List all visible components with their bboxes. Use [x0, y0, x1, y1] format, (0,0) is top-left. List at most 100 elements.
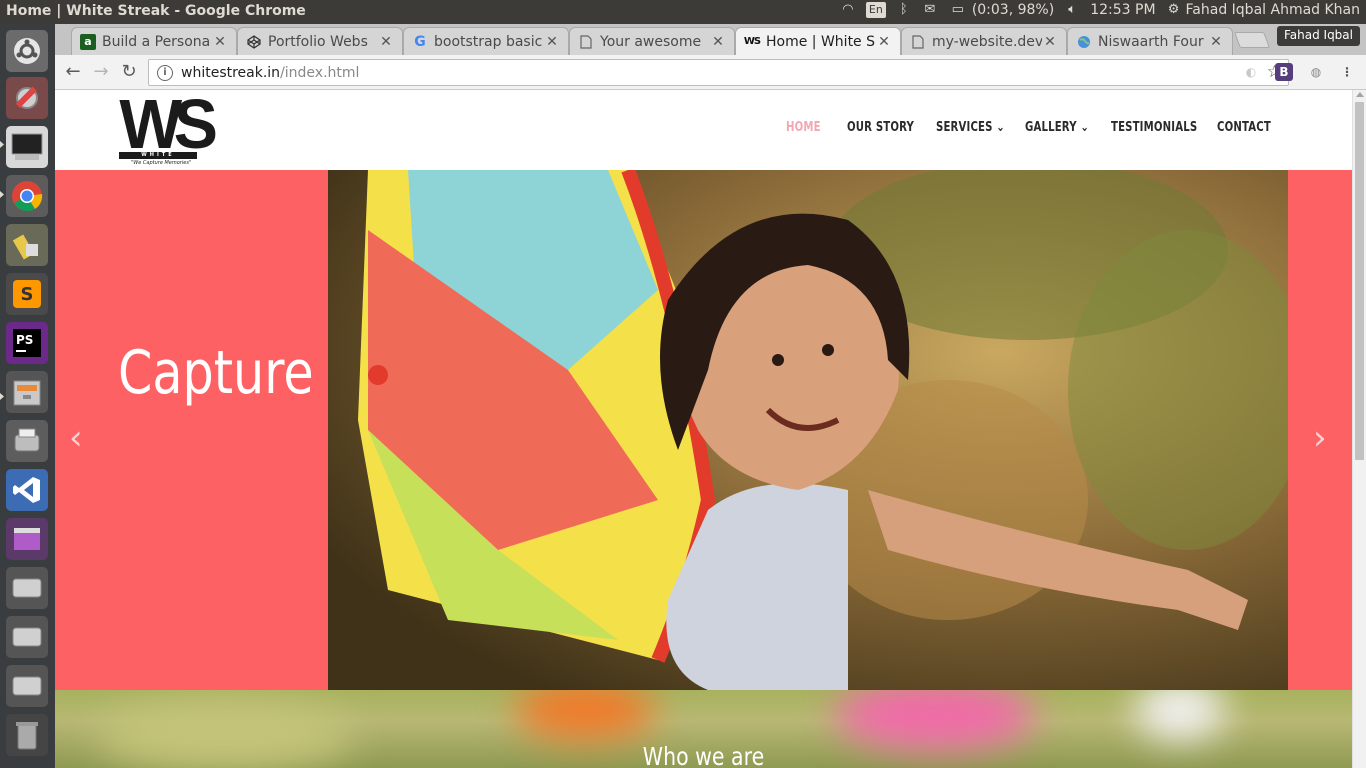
- terminal-icon[interactable]: [6, 126, 48, 168]
- back-arrow-icon[interactable]: ←: [61, 61, 85, 83]
- url-path: /index.html: [280, 64, 360, 81]
- battery-indicator[interactable]: ▭ (0:03, 98%): [948, 2, 1055, 18]
- running-indicator: [0, 141, 4, 148]
- tab-title: Portfolio Webs: [268, 33, 368, 50]
- browser-toolbar: ← → ↻ i whitestreak.in/index.html ☆ ◐ B …: [55, 55, 1366, 90]
- close-icon[interactable]: ✕: [378, 34, 394, 50]
- close-icon[interactable]: ✕: [544, 34, 560, 50]
- drive-icon[interactable]: [6, 616, 48, 658]
- keyboard-layout-indicator[interactable]: En: [865, 2, 886, 18]
- tab-my-website-dev[interactable]: my-website.dev ✕: [901, 27, 1067, 55]
- scroll-up-arrow-icon[interactable]: [1356, 92, 1364, 97]
- panel-indicators: ◠ En ᛒ ✉ ▭ (0:03, 98%) 🔈︎ 12:53 PM ⚙ Fah…: [840, 2, 1360, 18]
- hero-photo: [328, 170, 1288, 690]
- tab-title: Build a Persona: [102, 33, 211, 50]
- user-name: Fahad Iqbal Ahmad Khan: [1185, 2, 1360, 18]
- menu-dots-icon[interactable]: ⋮: [1338, 63, 1356, 81]
- app-window-icon[interactable]: [6, 518, 48, 560]
- nav-our-story[interactable]: OUR STORY: [847, 120, 914, 140]
- bokeh-blob: [1135, 690, 1225, 740]
- reload-icon[interactable]: ↻: [117, 61, 141, 83]
- printer-icon[interactable]: [6, 420, 48, 462]
- ubuntu-dash-icon[interactable]: [6, 30, 48, 72]
- tab-strip: a Build a Persona ✕ Portfolio Webs ✕ G b…: [55, 24, 1366, 55]
- chrome-icon[interactable]: [6, 175, 48, 217]
- bluetooth-icon[interactable]: ᛒ: [896, 3, 912, 17]
- nav-gallery-label: GALLERY: [1025, 120, 1077, 135]
- tab-your-awesome[interactable]: Your awesome ✕: [569, 27, 735, 55]
- chevron-down-icon: ⌄: [1076, 120, 1090, 135]
- nav-contact[interactable]: CONTACT: [1217, 120, 1271, 140]
- page-viewport: WS WHITE STREAK "We Capture Memories" HO…: [55, 90, 1352, 768]
- close-icon[interactable]: ✕: [710, 34, 726, 50]
- tab-bootstrap-basic[interactable]: G bootstrap basic ✕: [403, 27, 569, 55]
- running-indicator: [0, 393, 4, 400]
- top-panel: Home | White Streak - Google Chrome ◠ En…: [0, 0, 1366, 24]
- clock[interactable]: 12:53 PM: [1090, 2, 1155, 18]
- address-bar[interactable]: i whitestreak.in/index.html ☆: [148, 59, 1289, 86]
- profile-button[interactable]: Fahad Iqbal: [1276, 26, 1360, 46]
- phpstorm-icon[interactable]: PS: [6, 322, 48, 364]
- bokeh-blob: [515, 690, 655, 740]
- scrollbar-thumb[interactable]: [1355, 102, 1364, 460]
- logo-tagline: "We Capture Memories": [131, 160, 192, 166]
- battery-icon: ▭: [951, 2, 964, 17]
- nav-services[interactable]: SERVICES ⌄: [936, 120, 1005, 140]
- new-tab-button[interactable]: [1234, 32, 1270, 48]
- close-icon[interactable]: ✕: [876, 34, 892, 50]
- codepen-icon: [246, 34, 262, 50]
- bleachbit-icon[interactable]: [6, 224, 48, 266]
- trash-icon[interactable]: [6, 714, 48, 756]
- launcher: S PS: [0, 24, 55, 768]
- svg-text:S: S: [21, 284, 34, 305]
- extension-icon[interactable]: ◐: [1242, 63, 1260, 81]
- tab-title: my-website.dev: [932, 33, 1042, 50]
- close-icon[interactable]: ✕: [212, 34, 228, 50]
- hero-caption: Capture: [118, 338, 314, 408]
- tab-home-white-streak[interactable]: WS Home | White S ✕: [735, 27, 901, 55]
- volume-icon[interactable]: 🔈︎: [1064, 3, 1080, 17]
- tab-title: Niswaarth Four: [1098, 33, 1204, 50]
- forward-arrow-icon[interactable]: →: [89, 61, 113, 83]
- gear-icon: ⚙: [1167, 2, 1180, 17]
- carousel-next-icon[interactable]: ›: [1313, 418, 1327, 458]
- vscode-icon[interactable]: [6, 469, 48, 511]
- info-icon[interactable]: i: [157, 64, 173, 81]
- drive-icon[interactable]: [6, 665, 48, 707]
- close-icon[interactable]: ✕: [1042, 34, 1058, 50]
- carousel-prev-icon[interactable]: ‹: [69, 418, 83, 458]
- site-logo[interactable]: WS WHITE STREAK "We Capture Memories": [117, 90, 218, 168]
- site-header: WS WHITE STREAK "We Capture Memories" HO…: [55, 90, 1352, 170]
- tab-title: Home | White S: [766, 33, 876, 50]
- sublime-text-icon[interactable]: S: [6, 273, 48, 315]
- bootstrap-extension-icon[interactable]: B: [1275, 63, 1293, 81]
- tab-build-a-persona[interactable]: a Build a Persona ✕: [71, 27, 237, 55]
- wifi-icon[interactable]: ◠: [840, 3, 856, 17]
- hero-carousel: Capture ‹ ›: [55, 170, 1352, 690]
- about-section: Who we are: [55, 690, 1352, 768]
- tab-title: bootstrap basic: [434, 33, 543, 50]
- file-manager-icon[interactable]: [6, 371, 48, 413]
- tab-niswaarth[interactable]: Niswaarth Four ✕: [1067, 27, 1233, 55]
- globe-extension-icon[interactable]: ◍: [1307, 63, 1325, 81]
- mail-icon[interactable]: ✉: [922, 3, 938, 17]
- nav-testimonials[interactable]: TESTIMONIALS: [1111, 120, 1197, 140]
- nav-gallery[interactable]: GALLERY ⌄: [1025, 120, 1089, 140]
- globe-icon: [1076, 34, 1092, 50]
- google-icon: G: [414, 33, 426, 50]
- chevron-down-icon: ⌄: [992, 120, 1005, 135]
- document-icon: [578, 34, 594, 50]
- close-icon[interactable]: ✕: [1208, 34, 1224, 50]
- session-menu[interactable]: ⚙ Fahad Iqbal Ahmad Khan: [1166, 2, 1360, 18]
- svg-text:PS: PS: [16, 333, 33, 347]
- system-settings-icon[interactable]: [6, 77, 48, 119]
- nav-home[interactable]: HOME: [786, 120, 821, 140]
- drive-icon[interactable]: [6, 567, 48, 609]
- tab-portfolio-webs[interactable]: Portfolio Webs ✕: [237, 27, 403, 55]
- about-title: Who we are: [642, 742, 765, 768]
- battery-text: (0:03, 98%): [971, 2, 1055, 18]
- upwork-icon: a: [80, 33, 96, 50]
- window-title: Home | White Streak - Google Chrome: [6, 3, 306, 19]
- nav-services-label: SERVICES: [936, 120, 993, 135]
- page-scrollbar[interactable]: [1352, 90, 1366, 768]
